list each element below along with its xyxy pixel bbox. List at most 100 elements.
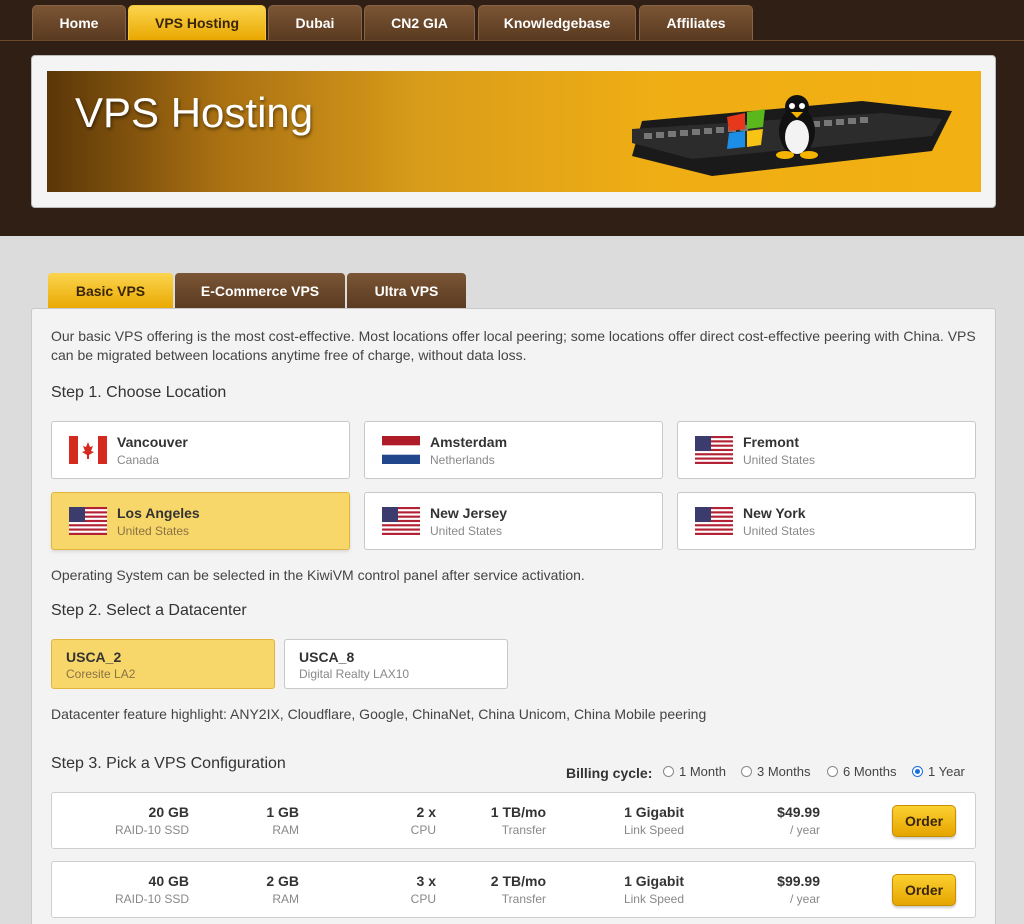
location-name: Vancouver bbox=[117, 434, 188, 450]
datacenter-usca-8[interactable]: USCA_8 Digital Realty LAX10 bbox=[284, 639, 508, 689]
nav-tab-dubai[interactable]: Dubai bbox=[268, 5, 362, 40]
order-button[interactable]: Order bbox=[892, 805, 956, 837]
datacenter-name: USCA_8 bbox=[299, 649, 355, 665]
nav-tab-affiliates[interactable]: Affiliates bbox=[639, 5, 753, 40]
plan-row: 40 GB RAID-10 SSD 2 GB RAM 3 x CPU 2 TB/… bbox=[51, 861, 976, 918]
step3-title: Step 3. Pick a VPS Configuration bbox=[51, 755, 286, 772]
plan-transfer-label: Transfer bbox=[501, 892, 546, 906]
location-country: United States bbox=[430, 524, 503, 538]
plan-price-period: / year bbox=[789, 823, 820, 837]
nav-tab-label: Home bbox=[59, 15, 99, 31]
tab-label: E-Commerce VPS bbox=[200, 283, 320, 299]
plan-disk-label: RAID-10 SSD bbox=[114, 892, 189, 906]
nav-tab-label: Affiliates bbox=[666, 15, 726, 31]
datacenter-usca-2[interactable]: USCA_2 Coresite LA2 bbox=[51, 639, 275, 689]
location-name: New York bbox=[743, 505, 806, 521]
banner-title: VPS Hosting bbox=[75, 89, 314, 136]
os-note: Operating System can be selected in the … bbox=[51, 567, 585, 583]
location-new-jersey[interactable]: New Jersey United States bbox=[364, 492, 663, 550]
nav-tab-label: Knowledgebase bbox=[503, 15, 611, 31]
plan-row: 20 GB RAID-10 SSD 1 GB RAM 2 x CPU 1 TB/… bbox=[51, 792, 976, 849]
canada-flag-icon bbox=[69, 436, 107, 464]
nav-tab-vps-hosting[interactable]: VPS Hosting bbox=[128, 5, 266, 40]
nav-tab-label: CN2 GIA bbox=[391, 15, 448, 31]
plan-transfer: 1 TB/mo bbox=[490, 804, 546, 820]
location-name: New Jersey bbox=[430, 505, 508, 521]
plan-ram: 2 GB bbox=[266, 873, 299, 889]
nav-tab-knowledgebase[interactable]: Knowledgebase bbox=[478, 5, 636, 40]
radio-icon[interactable] bbox=[663, 766, 674, 777]
tab-basic-vps[interactable]: Basic VPS bbox=[48, 273, 173, 309]
nav-tab-label: VPS Hosting bbox=[154, 15, 239, 31]
plan-transfer-label: Transfer bbox=[501, 823, 546, 837]
network-switch-image bbox=[632, 95, 952, 176]
datacenter-sub: Coresite LA2 bbox=[66, 667, 136, 681]
plan-link-speed: 1 Gigabit bbox=[624, 804, 684, 820]
location-vancouver[interactable]: Vancouver Canada bbox=[51, 421, 350, 479]
plan-price: $49.99 bbox=[777, 804, 820, 820]
datacenter-name: USCA_2 bbox=[66, 649, 122, 665]
step1-title: Step 1. Choose Location bbox=[51, 384, 227, 401]
plan-cpu: 2 x bbox=[416, 804, 436, 820]
location-los-angeles[interactable]: Los Angeles United States bbox=[51, 492, 350, 550]
billing-option-1-year[interactable]: 1 Year bbox=[912, 764, 965, 779]
location-name: Los Angeles bbox=[117, 505, 200, 521]
radio-icon[interactable] bbox=[827, 766, 838, 777]
billing-option-3-months[interactable]: 3 Months bbox=[741, 764, 810, 779]
plan-ram-label: RAM bbox=[272, 823, 299, 837]
netherlands-flag-icon bbox=[382, 436, 420, 464]
datacenter-sub: Digital Realty LAX10 bbox=[299, 667, 410, 681]
nav-tab-home[interactable]: Home bbox=[32, 5, 126, 40]
billing-option-label: 1 Year bbox=[928, 764, 965, 779]
location-country: Netherlands bbox=[430, 453, 495, 467]
plan-link-speed: 1 Gigabit bbox=[624, 873, 684, 889]
location-name: Fremont bbox=[743, 434, 799, 450]
plan-cpu-label: CPU bbox=[410, 892, 436, 906]
plan-price: $99.99 bbox=[777, 873, 820, 889]
us-flag-icon bbox=[695, 436, 733, 464]
plan-ram: 1 GB bbox=[266, 804, 299, 820]
location-country: United States bbox=[743, 524, 816, 538]
billing-option-6-months[interactable]: 6 Months bbox=[827, 764, 896, 779]
nav-tab-label: Dubai bbox=[295, 15, 335, 31]
us-flag-icon bbox=[695, 507, 733, 535]
intro-text: Our basic VPS offering is the most cost-… bbox=[51, 328, 976, 363]
banner: VPS Hosting bbox=[47, 71, 981, 192]
datacenter-note: Datacenter feature highlight: ANY2IX, Cl… bbox=[51, 706, 707, 722]
tab-label: Basic VPS bbox=[75, 283, 146, 299]
plan-link-speed-label: Link Speed bbox=[623, 823, 684, 837]
tab-ultra-vps[interactable]: Ultra VPS bbox=[347, 273, 466, 309]
plan-cpu-label: CPU bbox=[410, 823, 436, 837]
tab-label: Ultra VPS bbox=[374, 283, 439, 299]
plan-disk-label: RAID-10 SSD bbox=[114, 823, 189, 837]
banner-frame: VPS Hosting bbox=[31, 55, 996, 208]
plan-disk: 40 GB bbox=[148, 873, 189, 889]
plan-cpu: 3 x bbox=[416, 873, 436, 889]
location-new-york[interactable]: New York United States bbox=[677, 492, 976, 550]
main-nav: Home VPS Hosting Dubai CN2 GIA Knowledge… bbox=[0, 0, 1024, 41]
billing-option-label: 3 Months bbox=[757, 764, 811, 779]
location-fremont[interactable]: Fremont United States bbox=[677, 421, 976, 479]
location-country: Canada bbox=[117, 453, 160, 467]
billing-option-label: 6 Months bbox=[843, 764, 897, 779]
plan-transfer: 2 TB/mo bbox=[490, 873, 546, 889]
location-amsterdam[interactable]: Amsterdam Netherlands bbox=[364, 421, 663, 479]
plan-price-period: / year bbox=[789, 892, 820, 906]
location-country: United States bbox=[743, 453, 816, 467]
location-country: United States bbox=[117, 524, 190, 538]
tab-ecommerce-vps[interactable]: E-Commerce VPS bbox=[175, 273, 345, 309]
order-button[interactable]: Order bbox=[892, 874, 956, 906]
plan-link-speed-label: Link Speed bbox=[623, 892, 684, 906]
us-flag-icon bbox=[69, 507, 107, 535]
step2-title: Step 2. Select a Datacenter bbox=[51, 602, 247, 619]
plan-disk: 20 GB bbox=[148, 804, 189, 820]
billing-option-label: 1 Month bbox=[679, 764, 726, 779]
plan-ram-label: RAM bbox=[272, 892, 299, 906]
location-name: Amsterdam bbox=[430, 434, 508, 450]
us-flag-icon bbox=[382, 507, 420, 535]
billing-cycle-label: Billing cycle: bbox=[566, 765, 653, 781]
radio-icon[interactable] bbox=[741, 766, 752, 777]
billing-option-1-month[interactable]: 1 Month bbox=[663, 764, 726, 779]
nav-tab-cn2-gia[interactable]: CN2 GIA bbox=[364, 5, 475, 40]
radio-selected-icon[interactable] bbox=[912, 766, 923, 777]
